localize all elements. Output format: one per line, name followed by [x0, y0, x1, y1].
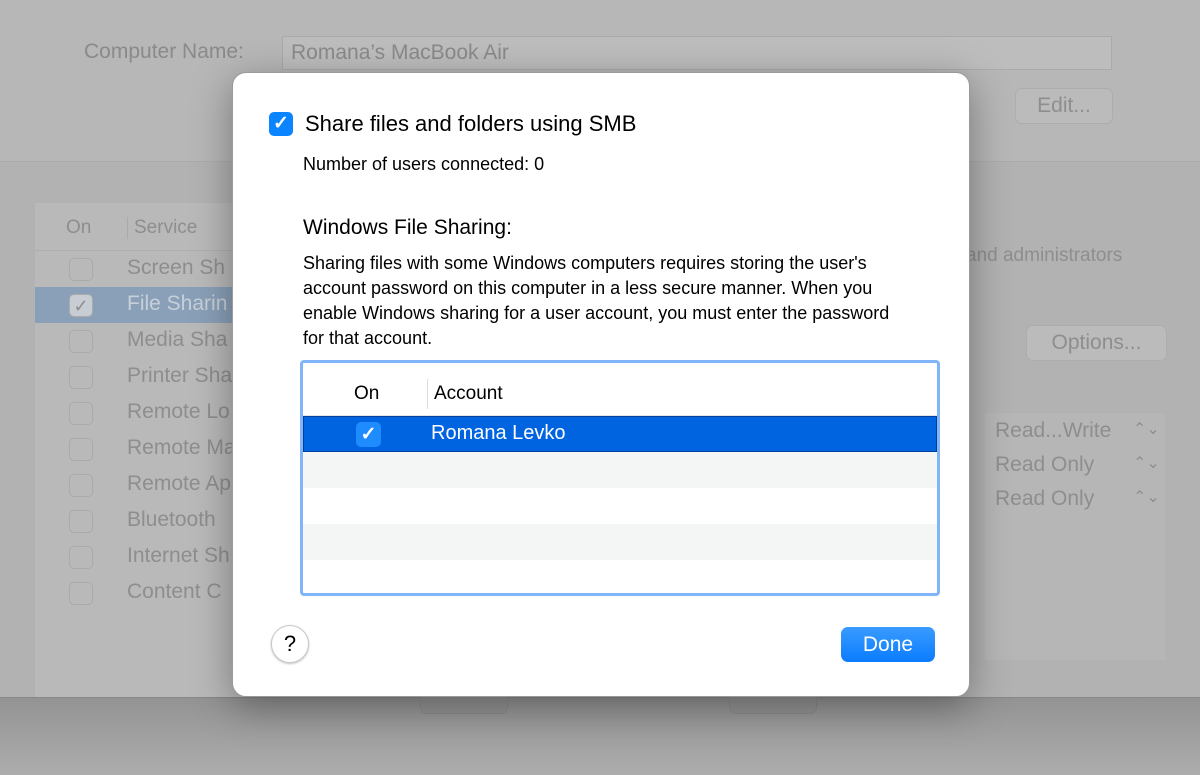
permission-value: Read Only — [995, 487, 1095, 510]
computer-name-field[interactable]: Romana’s MacBook Air — [282, 36, 1112, 70]
empty-row — [303, 452, 937, 488]
windows-sharing-description: Sharing files with some Windows computer… — [303, 253, 890, 348]
service-checkbox[interactable] — [69, 546, 93, 569]
service-checkbox[interactable] — [69, 438, 93, 461]
options-button[interactable]: Options... — [1026, 325, 1167, 361]
permission-popup[interactable]: Read...Write ⌃⌄ — [985, 413, 1165, 447]
header-on: On — [66, 217, 92, 238]
service-name: Remote Ap — [127, 472, 231, 495]
chevron-updown-icon: ⌃⌄ — [1133, 489, 1160, 506]
permission-value: Read Only — [995, 453, 1095, 476]
checkmark-icon: ✓ — [273, 113, 289, 134]
chevron-updown-icon: ⌃⌄ — [1133, 455, 1160, 472]
computer-name-label: Computer Name: — [84, 40, 244, 63]
smb-checkbox-label[interactable]: Share files and folders using SMB — [305, 111, 636, 137]
service-name: Media Sha — [127, 328, 228, 351]
add-remove-user-buttons[interactable] — [729, 697, 817, 714]
header-service: Service — [127, 217, 197, 239]
users-connected-text: Number of users connected: 0 — [303, 154, 545, 174]
column-on[interactable]: On — [354, 383, 379, 405]
permissions-list: Read...Write ⌃⌄ Read Only ⌃⌄ Read Only ⌃⌄ — [985, 413, 1165, 660]
service-checkbox[interactable]: ✓ — [69, 294, 93, 317]
account-name: Romana Levko — [431, 422, 566, 444]
empty-row — [303, 488, 937, 524]
empty-row — [303, 560, 937, 593]
service-name: Printer Sha — [127, 364, 233, 387]
service-checkbox[interactable] — [69, 258, 93, 281]
windows-sharing-heading: Windows File Sharing: — [303, 216, 512, 239]
service-name: Content C — [127, 580, 222, 603]
service-name: Internet Sh — [127, 544, 230, 567]
service-name: Screen Sh — [127, 256, 226, 279]
admins-text: and administrators — [966, 245, 1123, 266]
service-checkbox[interactable] — [69, 474, 93, 497]
service-checkbox[interactable] — [69, 582, 93, 605]
empty-row — [303, 524, 937, 560]
service-name: Bluetooth — [127, 508, 216, 531]
add-remove-folder-buttons[interactable] — [420, 697, 508, 714]
permission-popup[interactable]: Read Only ⌃⌄ — [985, 481, 1165, 515]
permission-popup[interactable]: Read Only ⌃⌄ — [985, 447, 1165, 481]
service-checkbox[interactable] — [69, 510, 93, 533]
smb-checkbox[interactable]: ✓ — [269, 112, 293, 136]
service-name: Remote Lo — [127, 400, 230, 423]
account-checkbox[interactable]: ✓ — [356, 422, 381, 447]
chevron-updown-icon: ⌃⌄ — [1133, 421, 1160, 438]
file-sharing-options-dialog: ✓ Share files and folders using SMB Numb… — [232, 72, 970, 697]
service-checkbox[interactable] — [69, 366, 93, 389]
done-button[interactable]: Done — [841, 627, 935, 662]
help-button[interactable]: ? — [271, 625, 309, 663]
bottom-bar — [0, 697, 1200, 775]
table-row[interactable]: ✓ Romana Levko — [303, 416, 937, 452]
edit-button[interactable]: Edit... — [1015, 88, 1113, 124]
accounts-table-header: On Account — [303, 363, 937, 416]
permission-value: Read...Write — [995, 419, 1112, 442]
service-checkbox[interactable] — [69, 330, 93, 353]
accounts-table[interactable]: On Account ✓ Romana Levko — [300, 360, 940, 596]
column-account[interactable]: Account — [427, 379, 503, 409]
service-checkbox[interactable] — [69, 402, 93, 425]
service-name: File Sharin — [127, 292, 228, 315]
service-name: Remote Ma — [127, 436, 236, 459]
